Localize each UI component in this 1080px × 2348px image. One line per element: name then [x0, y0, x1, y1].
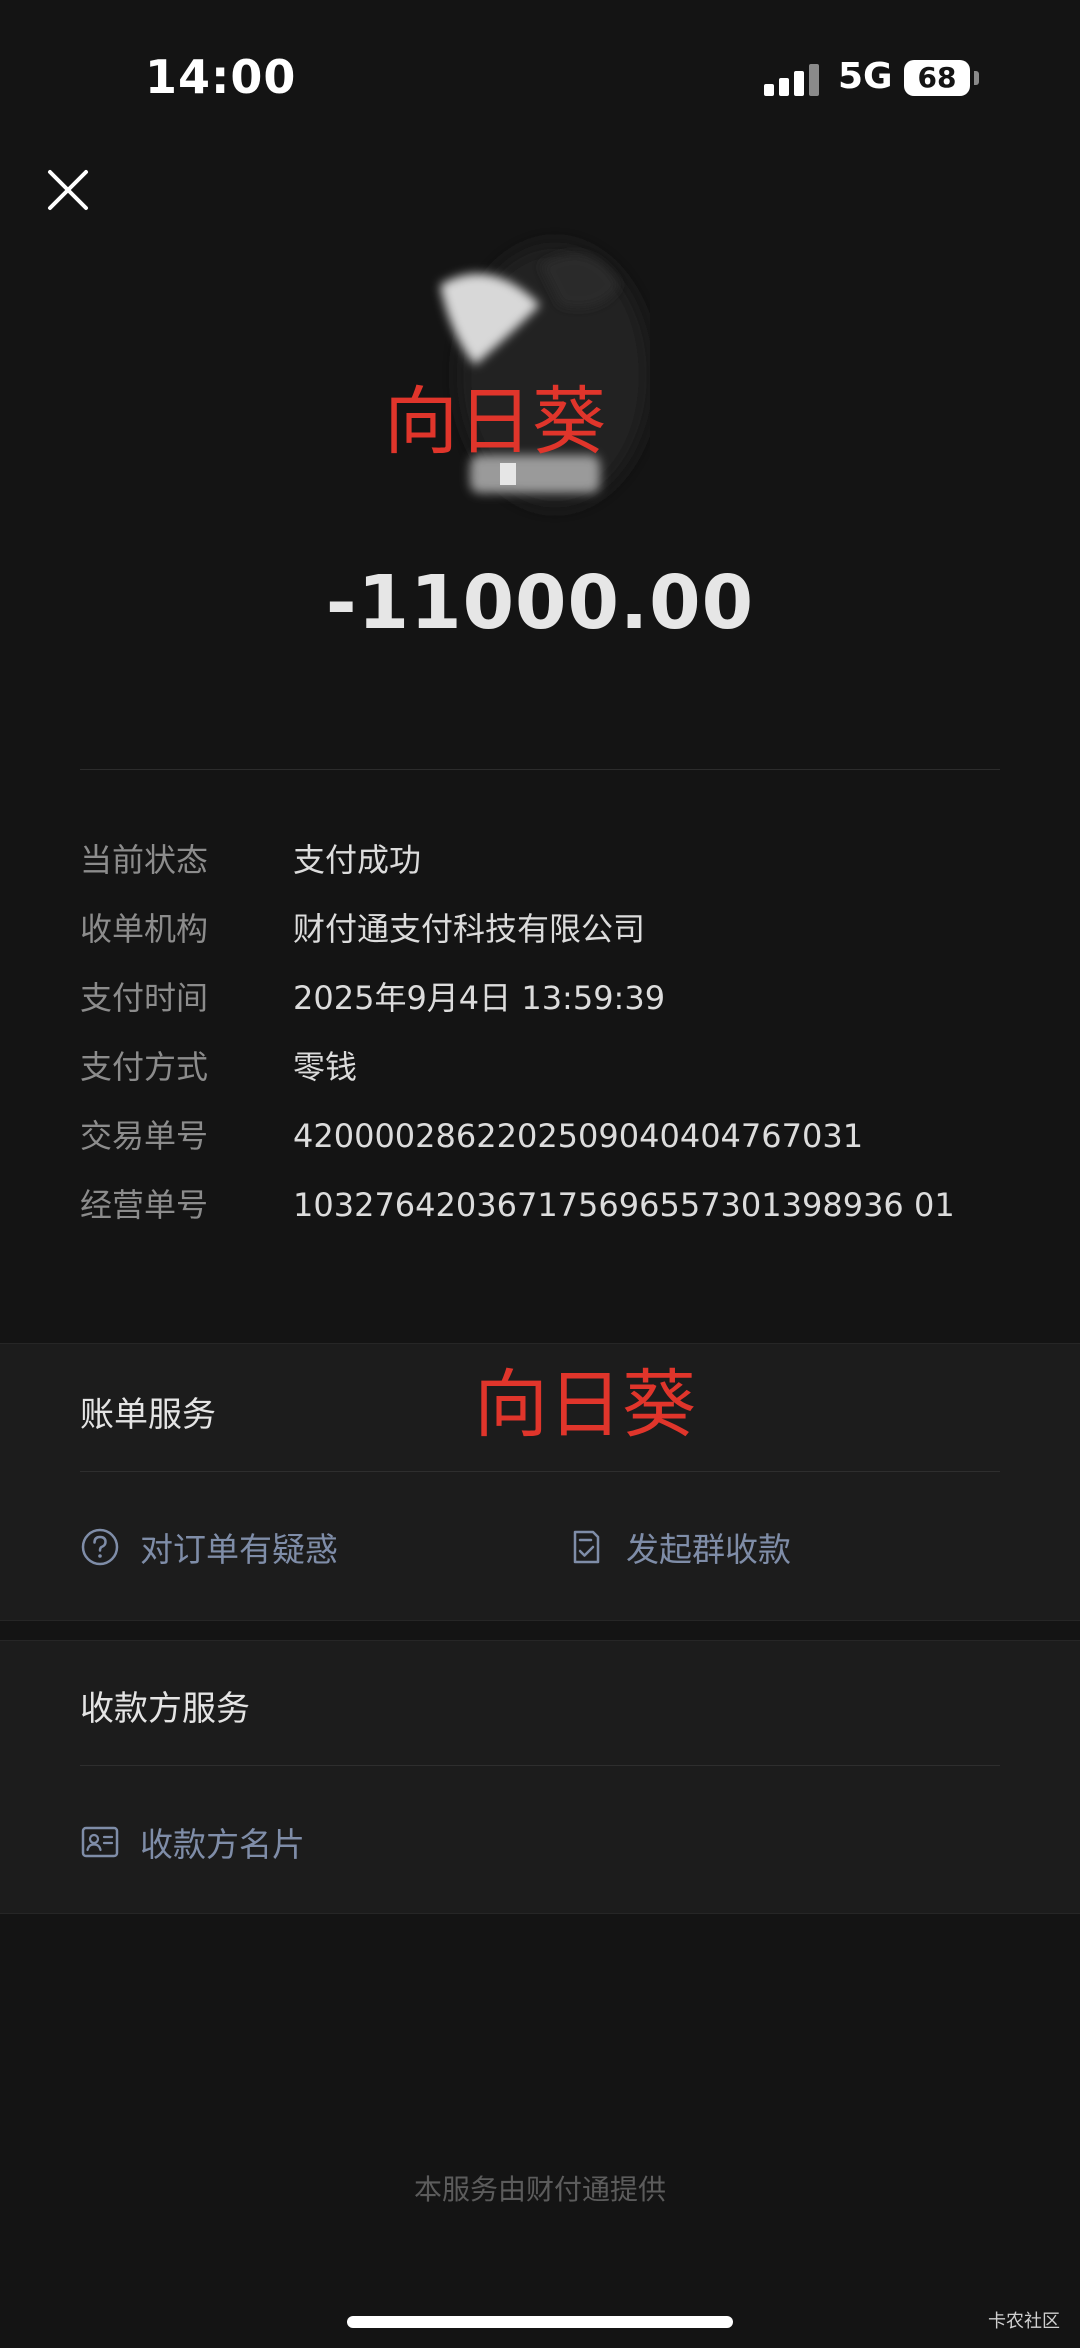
- detail-label: 收单机构: [80, 910, 209, 948]
- detail-row-method: 支付方式 零钱: [80, 1042, 1020, 1111]
- transaction-details: 当前状态 支付成功 收单机构 财付通支付科技有限公司 支付时间 2025年9月4…: [80, 835, 1020, 1249]
- order-question-label: 对订单有疑惑: [140, 1530, 338, 1569]
- detail-row-acquirer: 收单机构 财付通支付科技有限公司: [80, 904, 1020, 973]
- group-collection-label: 发起群收款: [626, 1530, 791, 1569]
- detail-label: 当前状态: [80, 841, 209, 879]
- amount-divider: [80, 769, 1000, 770]
- watermark-text: 向日葵: [384, 379, 606, 465]
- detail-row-transaction-id: 交易单号 4200002862202509040404767031: [80, 1111, 1020, 1180]
- payee-card-label: 收款方名片: [140, 1825, 305, 1864]
- close-icon: [48, 170, 88, 210]
- status-time: 14:00: [145, 50, 297, 104]
- checklist-icon: [566, 1527, 606, 1567]
- payment-amount: -11000.00: [325, 560, 755, 646]
- watermark-text: 向日葵: [474, 1362, 696, 1448]
- detail-label: 支付时间: [80, 979, 209, 1017]
- detail-value[interactable]: 103276420367175696557301398936 01: [293, 1180, 955, 1230]
- battery-icon: 68: [904, 60, 970, 96]
- detail-row-time: 支付时间 2025年9月4日 13:59:39: [80, 973, 1020, 1042]
- detail-value: 零钱: [293, 1048, 358, 1086]
- card-divider: [80, 1765, 1000, 1766]
- question-circle-icon: [80, 1527, 120, 1567]
- home-indicator[interactable]: [347, 2316, 733, 2328]
- battery-tip: [974, 71, 979, 85]
- payee-service-card: 收款方服务 收款方名片: [0, 1640, 1080, 1914]
- detail-label: 交易单号: [80, 1117, 209, 1155]
- detail-value: 2025年9月4日 13:59:39: [293, 979, 666, 1017]
- detail-value: 支付成功: [293, 841, 422, 879]
- detail-value: 财付通支付科技有限公司: [293, 910, 646, 948]
- network-type: 5G: [838, 56, 893, 97]
- order-question-button[interactable]: 对订单有疑惑: [80, 1522, 338, 1572]
- corner-watermark: 卡农社区: [988, 2311, 1060, 2332]
- detail-row-merchant-order-id: 经营单号 103276420367175696557301398936 01: [80, 1180, 1020, 1249]
- detail-row-status: 当前状态 支付成功: [80, 835, 1020, 904]
- signal-icon: [764, 60, 820, 96]
- detail-value[interactable]: 4200002862202509040404767031: [293, 1111, 863, 1161]
- contact-card-icon: [80, 1822, 120, 1862]
- payee-service-title: 收款方服务: [80, 1689, 250, 1729]
- detail-label: 经营单号: [80, 1186, 209, 1224]
- card-divider: [80, 1471, 1000, 1472]
- footer-text: 本服务由财付通提供: [413, 2173, 666, 2206]
- detail-label: 支付方式: [80, 1048, 209, 1086]
- bill-service-title: 账单服务: [80, 1395, 216, 1435]
- group-collection-button[interactable]: 发起群收款: [566, 1522, 791, 1572]
- close-button[interactable]: [44, 166, 92, 214]
- payee-card-button[interactable]: 收款方名片: [80, 1817, 305, 1867]
